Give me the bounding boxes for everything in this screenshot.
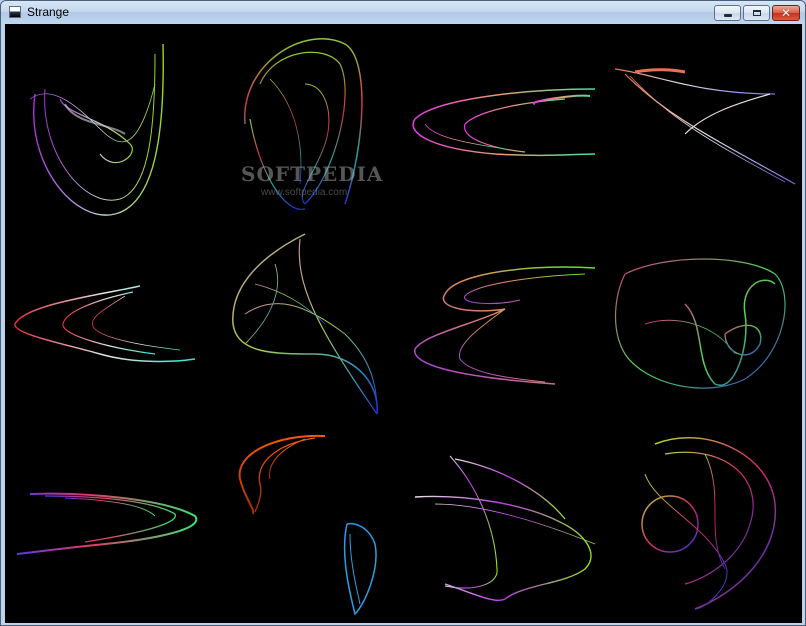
watermark-logo: SOFTPEDIA	[241, 162, 384, 186]
minimize-icon	[723, 13, 732, 17]
maximize-button[interactable]	[743, 5, 770, 21]
attractor-gallery	[14, 38, 796, 616]
attractor-5	[14, 285, 196, 363]
app-icon[interactable]	[9, 6, 21, 18]
app-window: Strange ✕ SOFTPEDIA www.softpedia.com	[0, 0, 806, 626]
watermark-url: www.softpedia.com	[261, 187, 348, 198]
attractor-8	[615, 258, 786, 389]
attractor-7	[414, 266, 596, 385]
attractor-3	[412, 88, 596, 157]
window-title: Strange	[27, 5, 70, 19]
close-icon: ✕	[780, 6, 792, 20]
title-bar[interactable]: Strange ✕	[1, 1, 805, 24]
maximize-icon	[752, 10, 761, 16]
attractor-10	[238, 434, 326, 515]
attractor-canvas[interactable]: SOFTPEDIA www.softpedia.com	[5, 24, 802, 623]
attractor-9	[16, 492, 198, 555]
minimize-button[interactable]	[714, 5, 741, 21]
attractor-11	[414, 455, 596, 601]
attractor-12	[641, 436, 777, 610]
attractor-1	[29, 43, 164, 216]
attractor-4	[614, 68, 796, 185]
attractor-6	[232, 233, 378, 415]
close-button[interactable]: ✕	[772, 5, 800, 21]
attractor-10-fragment	[343, 522, 377, 616]
